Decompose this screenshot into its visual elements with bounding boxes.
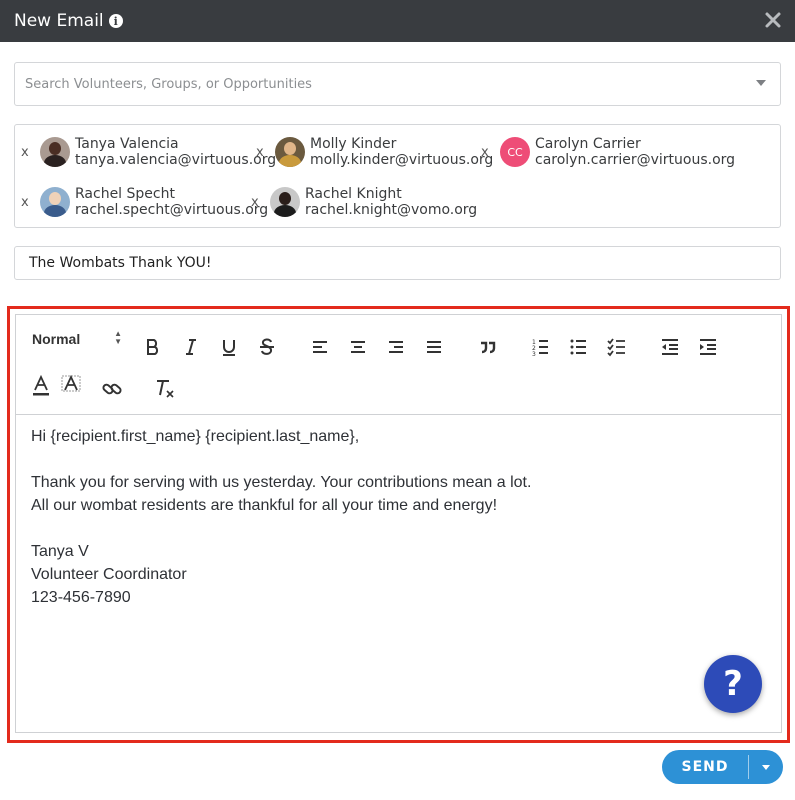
recipient-name: Tanya Valencia <box>75 136 179 152</box>
recipient-chip: x Rachel Knight rachel.knight@vomo.org <box>251 185 477 219</box>
body-line <box>31 448 531 471</box>
editor-toolbar: Normal ▲ ▼ 123 <box>16 315 781 415</box>
bold-icon[interactable] <box>140 334 166 360</box>
outdent-icon[interactable] <box>657 334 683 360</box>
subject-input[interactable]: The Wombats Thank YOU! <box>14 246 781 280</box>
ordered-list-icon[interactable]: 123 <box>528 334 554 360</box>
chevron-down-icon[interactable] <box>756 80 766 86</box>
body-line <box>31 517 531 540</box>
window-title: New Email <box>14 11 104 31</box>
recipient-chip: x CC Carolyn Carrier carolyn.carrier@vir… <box>481 135 735 169</box>
recipient-email: rachel.knight@vomo.org <box>305 202 478 218</box>
background-color-icon[interactable] <box>58 373 84 399</box>
check-list-icon[interactable] <box>604 334 630 360</box>
recipient-search[interactable] <box>14 62 781 106</box>
remove-recipient-button[interactable]: x <box>251 195 265 210</box>
underline-icon[interactable] <box>216 334 242 360</box>
send-options-button[interactable] <box>749 750 783 784</box>
recipient-email: rachel.specht@virtuous.org <box>75 202 269 218</box>
avatar: CC <box>500 137 530 167</box>
recipient-email: molly.kinder@virtuous.org <box>310 152 494 168</box>
align-right-icon[interactable] <box>383 334 409 360</box>
format-select[interactable]: Normal ▲ ▼ <box>32 327 122 351</box>
avatar <box>270 187 300 217</box>
email-editor[interactable]: Normal ▲ ▼ 123 Hi {recipient.first_name}… <box>15 314 782 733</box>
bullet-list-icon[interactable] <box>566 334 592 360</box>
remove-recipient-button[interactable]: x <box>21 145 35 160</box>
chevron-down-icon <box>762 764 770 770</box>
remove-recipient-button[interactable]: x <box>21 195 35 210</box>
recipient-email: tanya.valencia@virtuous.org <box>75 152 277 168</box>
text-color-icon[interactable] <box>28 373 54 399</box>
send-button-group: SEND <box>662 750 783 784</box>
recipient-chip: x Rachel Specht rachel.specht@virtuous.o… <box>21 185 268 219</box>
recipient-list: x Tanya Valencia tanya.valencia@virtuous… <box>14 124 781 228</box>
strike-icon[interactable] <box>254 334 280 360</box>
body-line: 123-456-7890 <box>31 589 131 606</box>
format-select-value: Normal <box>32 331 81 347</box>
avatar <box>275 137 305 167</box>
remove-recipient-button[interactable]: x <box>256 145 270 160</box>
align-justify-icon[interactable] <box>421 334 447 360</box>
recipient-email: carolyn.carrier@virtuous.org <box>535 152 736 168</box>
body-line: Tanya V <box>31 543 89 560</box>
recipient-name: Molly Kinder <box>310 136 397 152</box>
clear-format-icon[interactable] <box>152 376 178 402</box>
close-icon[interactable] <box>763 10 783 30</box>
italic-icon[interactable] <box>178 334 204 360</box>
recipient-chip: x Tanya Valencia tanya.valencia@virtuous… <box>21 135 276 169</box>
search-input[interactable] <box>25 76 725 92</box>
email-body[interactable]: Hi {recipient.first_name} {recipient.las… <box>31 425 531 609</box>
help-button[interactable]: ? <box>704 655 762 713</box>
body-line: All our wombat residents are thankful fo… <box>31 497 498 514</box>
body-line: Hi {recipient.first_name} {recipient.las… <box>31 428 360 445</box>
align-left-icon[interactable] <box>307 334 333 360</box>
recipient-name: Rachel Knight <box>305 186 402 202</box>
body-line: Thank you for serving with us yesterday.… <box>31 474 532 491</box>
align-center-icon[interactable] <box>345 334 371 360</box>
avatar <box>40 187 70 217</box>
indent-icon[interactable] <box>695 334 721 360</box>
blockquote-icon[interactable] <box>475 334 501 360</box>
info-icon[interactable]: i <box>108 14 123 28</box>
recipient-name: Rachel Specht <box>75 186 175 202</box>
title-bar: New Email i <box>0 0 795 42</box>
avatar <box>40 137 70 167</box>
send-button[interactable]: SEND <box>662 750 748 784</box>
recipient-name: Carolyn Carrier <box>535 136 641 152</box>
sort-arrows-icon: ▲ ▼ <box>114 329 122 346</box>
svg-text:3: 3 <box>532 351 536 357</box>
recipient-chip: x Molly Kinder molly.kinder@virtuous.org <box>256 135 493 169</box>
remove-recipient-button[interactable]: x <box>481 145 495 160</box>
body-line: Volunteer Coordinator <box>31 566 187 583</box>
link-icon[interactable] <box>99 376 125 402</box>
